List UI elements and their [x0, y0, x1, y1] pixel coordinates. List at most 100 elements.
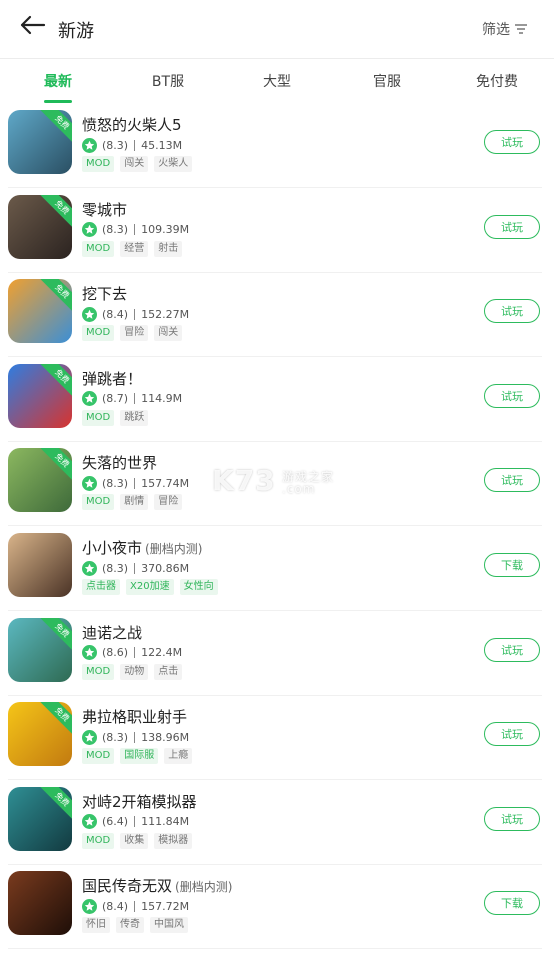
star-icon	[82, 814, 97, 830]
game-row[interactable]: 免费 失落的世界 (8.3) 157.74M MOD 剧情 冒险 试玩	[0, 442, 554, 527]
try-button[interactable]: 试玩	[484, 383, 540, 408]
rating-value: (8.3)	[102, 476, 129, 490]
file-size: 109.39M	[141, 223, 190, 237]
watermark-logo: K73 游戏之家 .com	[212, 464, 335, 497]
game-icon[interactable]: 免费	[8, 194, 72, 259]
filter-button[interactable]: 筛选	[482, 19, 528, 39]
game-row[interactable]: 免费 挖下去 (8.4) 152.27M MOD 冒险 闯关 试玩	[0, 273, 554, 358]
game-row[interactable]: 免费 零城市 (8.3) 109.39M MOD 经营 射击 试玩	[0, 189, 554, 273]
file-size: 138.96M	[141, 730, 190, 744]
rating-value: (8.3)	[102, 138, 129, 152]
tag-chip: MOD	[82, 494, 115, 511]
game-name[interactable]: 零城市	[82, 199, 127, 220]
tag-chip: 剧情	[120, 494, 149, 511]
tag-chip: 射击	[154, 240, 183, 257]
game-icon[interactable]: 免费	[8, 617, 72, 682]
game-row[interactable]: 国民传奇无双 (删档内测) (8.4) 157.72M 怀旧 传奇 中国风 下载	[0, 865, 554, 950]
rating-value: (8.6)	[102, 646, 129, 660]
tag-chip: 模拟器	[154, 832, 193, 849]
tag-chip: 闯关	[120, 156, 149, 172]
tag-chip: 冒险	[154, 494, 183, 511]
meta-divider	[134, 647, 136, 659]
tag-chip: 点击器	[82, 579, 120, 595]
game-title: 零城市	[82, 200, 128, 219]
file-size: 152.27M	[141, 307, 190, 321]
game-name[interactable]: 对峙2开箱模拟器	[82, 791, 197, 812]
game-tags: MOD 闯关 火柴人	[82, 156, 193, 172]
rating-value: (8.3)	[102, 730, 129, 744]
tag-chip: MOD	[82, 409, 115, 426]
file-size: 111.84M	[141, 815, 190, 829]
free-ribbon: 免费	[40, 279, 72, 314]
rating-value: (8.3)	[102, 561, 129, 575]
game-name[interactable]: 迪诺之战	[82, 622, 142, 643]
try-button[interactable]: 试玩	[484, 468, 540, 493]
tab-free[interactable]: 免付费	[476, 71, 518, 91]
game-name[interactable]: 国民传奇无双 (删档内测)	[82, 875, 232, 896]
game-title: 愤怒的火柴人5	[82, 116, 182, 134]
download-button[interactable]: 下载	[484, 553, 540, 577]
game-icon[interactable]: 免费	[8, 448, 72, 513]
try-button[interactable]: 试玩	[484, 130, 540, 154]
game-meta: (8.6) 122.4M	[82, 645, 182, 661]
game-row[interactable]: 免费 弗拉格职业射手 (8.3) 138.96M MOD 国际服 上瘾 试玩	[0, 696, 554, 781]
filter-icon	[515, 24, 527, 34]
back-arrow-icon[interactable]	[18, 12, 48, 38]
game-icon[interactable]: 免费	[8, 363, 72, 428]
game-name[interactable]: 愤怒的火柴人5	[82, 114, 182, 135]
tab-bt[interactable]: BT服	[152, 71, 184, 91]
try-button[interactable]: 试玩	[484, 299, 540, 324]
tag-chip: 闯关	[154, 325, 183, 342]
game-tags: MOD 经营 射击	[82, 240, 183, 257]
game-tags: MOD 国际服 上瘾	[82, 748, 193, 765]
game-icon[interactable]	[8, 871, 72, 936]
game-icon[interactable]	[8, 533, 72, 597]
meta-divider	[134, 900, 136, 912]
file-size: 122.4M	[141, 646, 183, 660]
star-icon	[82, 560, 97, 576]
game-title: 小小夜市	[82, 539, 143, 557]
free-ribbon: 免费	[40, 448, 72, 483]
game-row[interactable]: 小小夜市 (删档内测) (8.3) 370.86M 点击器 X20加速 女性向 下载	[0, 527, 554, 611]
game-icon[interactable]: 免费	[8, 702, 72, 767]
category-tabs: 最新 BT服 大型 官服 免付费	[0, 59, 554, 104]
game-icon[interactable]: 免费	[8, 110, 72, 174]
free-ribbon: 免费	[40, 110, 72, 145]
game-name[interactable]: 挖下去	[82, 283, 127, 304]
rating-value: (6.4)	[102, 815, 129, 829]
game-row[interactable]: 免费 愤怒的火柴人5 (8.3) 45.13M MOD 闯关 火柴人 试玩	[0, 104, 554, 188]
tag-chip: 中国风	[150, 917, 188, 934]
try-button[interactable]: 试玩	[484, 214, 540, 239]
star-icon	[82, 306, 97, 322]
game-row[interactable]: 免费 对峙2开箱模拟器 (6.4) 111.84M MOD 收集 模拟器 试玩	[0, 781, 554, 865]
try-button[interactable]: 试玩	[484, 637, 540, 662]
try-button[interactable]: 试玩	[484, 722, 540, 747]
meta-divider	[134, 477, 136, 489]
tab-large[interactable]: 大型	[263, 71, 291, 91]
meta-divider	[134, 731, 136, 743]
try-button[interactable]: 试玩	[484, 806, 540, 831]
game-name[interactable]: 失落的世界	[82, 452, 157, 473]
tag-chip: 传奇	[116, 917, 144, 934]
star-icon	[82, 222, 97, 238]
free-ribbon: 免费	[40, 617, 72, 652]
game-row[interactable]: 免费 迪诺之战 (8.6) 122.4M MOD 动物 点击 试玩	[0, 612, 554, 696]
meta-divider	[134, 139, 136, 151]
tag-chip: 火柴人	[154, 156, 193, 172]
game-icon[interactable]: 免费	[8, 786, 72, 851]
star-icon	[82, 898, 97, 914]
game-row[interactable]: 免费 弹跳者！ (8.7) 114.9M MOD 跳跃 试玩	[0, 358, 554, 442]
game-name[interactable]: 小小夜市 (删档内测)	[82, 537, 202, 558]
rating-value: (8.4)	[102, 307, 129, 321]
game-name[interactable]: 弹跳者！	[82, 368, 142, 389]
game-name[interactable]: 弗拉格职业射手	[82, 706, 187, 727]
filter-label: 筛选	[482, 22, 510, 38]
row-divider	[8, 948, 542, 950]
tab-latest[interactable]: 最新	[44, 71, 72, 91]
game-meta: (8.4) 157.72M	[82, 898, 189, 914]
meta-divider	[134, 308, 136, 320]
game-icon[interactable]: 免费	[8, 279, 72, 344]
download-button[interactable]: 下载	[484, 891, 540, 916]
tab-official[interactable]: 官服	[373, 71, 401, 91]
game-meta: (8.3) 109.39M	[82, 222, 189, 238]
